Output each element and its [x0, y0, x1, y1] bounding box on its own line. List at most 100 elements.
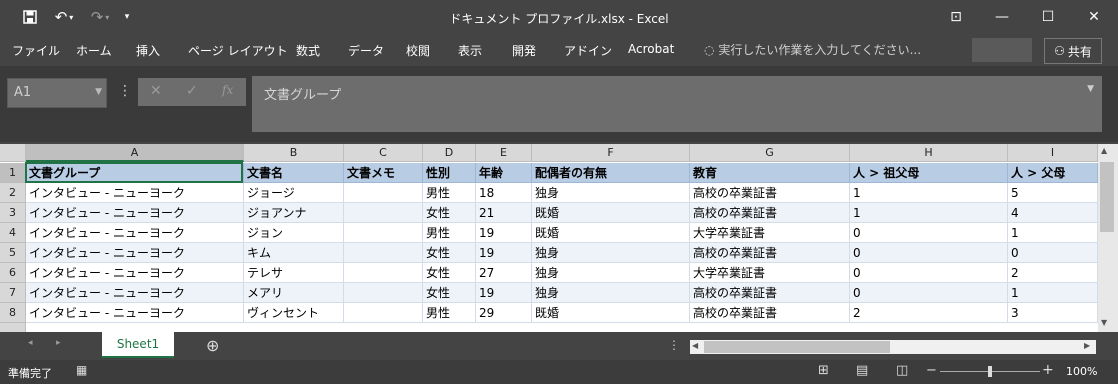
cell-doc-group[interactable]: インタビュー - ニューヨーク [26, 243, 244, 263]
cell-grandparents[interactable]: 0 [850, 243, 1008, 263]
close-button[interactable]: ✕ [1078, 4, 1110, 30]
row-header-3[interactable]: 3 [0, 203, 26, 223]
cell-parents[interactable]: 4 [1008, 203, 1098, 223]
cell-doc-group[interactable]: インタビュー - ニューヨーク [26, 183, 244, 203]
cell-doc-group[interactable]: インタビュー - ニューヨーク [26, 203, 244, 223]
tab-developer[interactable]: 開発 [512, 42, 536, 59]
add-sheet-icon[interactable]: ⊕ [206, 336, 219, 355]
column-header-f[interactable]: F [532, 144, 690, 162]
header-cell-doc-name[interactable]: 文書名 [244, 163, 344, 183]
cell-education[interactable]: 大学卒業証書 [690, 263, 850, 283]
cell-gender[interactable]: 男性 [423, 303, 476, 323]
insert-function-icon[interactable]: fx [222, 83, 233, 97]
cell-marital-status[interactable]: 独身 [532, 243, 690, 263]
cell-parents[interactable]: 2 [1008, 263, 1098, 283]
cell-age[interactable]: 27 [476, 263, 532, 283]
tab-view[interactable]: 表示 [458, 42, 482, 59]
share-button[interactable]: ⚇ 共有 [1044, 38, 1102, 64]
cell-age[interactable]: 19 [476, 223, 532, 243]
name-box[interactable]: A1 ▼ [7, 78, 107, 108]
macro-record-icon[interactable]: ▦ [76, 363, 87, 377]
column-header-d[interactable]: D [423, 144, 476, 162]
cell-education[interactable]: 高校の卒業証書 [690, 283, 850, 303]
zoom-slider-thumb[interactable] [988, 366, 992, 377]
cell-gender[interactable]: 女性 [423, 283, 476, 303]
cell-marital-status[interactable]: 独身 [532, 283, 690, 303]
zoom-out-button[interactable]: − [926, 363, 937, 378]
cell-gender[interactable]: 男性 [423, 183, 476, 203]
row-header-2[interactable]: 2 [0, 183, 26, 203]
more-options-icon[interactable]: ⋮ [118, 83, 132, 99]
header-cell-marital-status[interactable]: 配偶者の有無 [532, 163, 690, 183]
header-cell-gender[interactable]: 性別 [423, 163, 476, 183]
cell-doc-memo[interactable] [344, 223, 423, 243]
cell-education[interactable]: 高校の卒業証書 [690, 303, 850, 323]
cell-education[interactable]: 高校の卒業証書 [690, 183, 850, 203]
cell-grandparents[interactable]: 0 [850, 223, 1008, 243]
tab-addins[interactable]: アドイン [564, 42, 612, 59]
tab-home[interactable]: ホーム [76, 42, 112, 59]
cell-grandparents[interactable]: 0 [850, 263, 1008, 283]
account-area[interactable] [972, 38, 1032, 62]
cell-gender[interactable]: 女性 [423, 243, 476, 263]
cell-marital-status[interactable]: 独身 [532, 183, 690, 203]
scroll-tabs-right-icon[interactable]: ▸ [56, 338, 61, 348]
row-header-1[interactable]: 1 [0, 163, 26, 183]
cell-grandparents[interactable]: 1 [850, 183, 1008, 203]
cell-parents[interactable]: 1 [1008, 223, 1098, 243]
scroll-tabs-left-icon[interactable]: ◂ [28, 338, 33, 348]
cell-doc-name[interactable]: ジョアンナ [244, 203, 344, 223]
cell-age[interactable]: 18 [476, 183, 532, 203]
row-header-7[interactable]: 7 [0, 283, 26, 303]
cell-doc-memo[interactable] [344, 263, 423, 283]
cell-doc-name[interactable]: ジョン [244, 223, 344, 243]
vertical-scrollbar[interactable]: ▲ ▼ [1098, 144, 1118, 332]
tell-me-search[interactable]: ◌ 実行したい作業を入力してください... [704, 41, 921, 58]
cell-gender[interactable]: 女性 [423, 263, 476, 283]
horizontal-scrollbar[interactable]: ◀ ▶ [690, 340, 1096, 354]
cell-parents[interactable]: 0 [1008, 243, 1098, 263]
more-options-icon[interactable]: ⋮ [668, 338, 680, 352]
tab-file[interactable]: ファイル [12, 42, 60, 59]
column-header-h[interactable]: H [850, 144, 1008, 162]
cell-gender[interactable]: 男性 [423, 223, 476, 243]
cell-doc-name[interactable]: ジョージ [244, 183, 344, 203]
cancel-icon[interactable]: ✕ [150, 83, 162, 99]
row-header-empty[interactable] [0, 323, 26, 332]
cell-education[interactable]: 大学卒業証書 [690, 223, 850, 243]
cell-grandparents[interactable]: 2 [850, 303, 1008, 323]
sheet-tab-sheet1[interactable]: Sheet1 [102, 332, 174, 358]
cell-marital-status[interactable]: 既婚 [532, 303, 690, 323]
enter-icon[interactable]: ✓ [186, 83, 198, 99]
restore-button[interactable]: ☐ [1032, 4, 1064, 30]
header-cell-age[interactable]: 年齢 [476, 163, 532, 183]
column-header-b[interactable]: B [244, 144, 344, 162]
header-cell-doc-memo[interactable]: 文書メモ [344, 163, 423, 183]
row-header-6[interactable]: 6 [0, 263, 26, 283]
scroll-down-icon[interactable]: ▼ [1101, 318, 1107, 327]
tab-page-layout[interactable]: ページ レイアウト [188, 42, 288, 59]
chevron-down-icon[interactable]: ▼ [95, 87, 102, 97]
cell-doc-name[interactable]: テレサ [244, 263, 344, 283]
cell-doc-group[interactable]: インタビュー - ニューヨーク [26, 303, 244, 323]
cell-doc-name[interactable]: キム [244, 243, 344, 263]
scroll-left-icon[interactable]: ◀ [692, 341, 698, 350]
cell-age[interactable]: 19 [476, 243, 532, 263]
cell-grandparents[interactable]: 0 [850, 283, 1008, 303]
vertical-scroll-thumb[interactable] [1100, 162, 1114, 232]
normal-view-icon[interactable]: ⊞ [818, 363, 829, 378]
cell-doc-group[interactable]: インタビュー - ニューヨーク [26, 263, 244, 283]
ribbon-display-options-icon[interactable]: ⊡ [940, 4, 972, 30]
scroll-up-icon[interactable]: ▲ [1101, 146, 1107, 155]
cell-education[interactable]: 高校の卒業証書 [690, 243, 850, 263]
row-header-5[interactable]: 5 [0, 243, 26, 263]
cell-marital-status[interactable]: 独身 [532, 263, 690, 283]
scroll-right-icon[interactable]: ▶ [1084, 341, 1090, 350]
cell-doc-name[interactable]: メアリ [244, 283, 344, 303]
row-header-4[interactable]: 4 [0, 223, 26, 243]
header-cell-education[interactable]: 教育 [690, 163, 850, 183]
cell-gender[interactable]: 女性 [423, 203, 476, 223]
header-cell-grandparents[interactable]: 人 > 祖父母 [850, 163, 1008, 183]
cell-age[interactable]: 19 [476, 283, 532, 303]
cell-marital-status[interactable]: 既婚 [532, 203, 690, 223]
